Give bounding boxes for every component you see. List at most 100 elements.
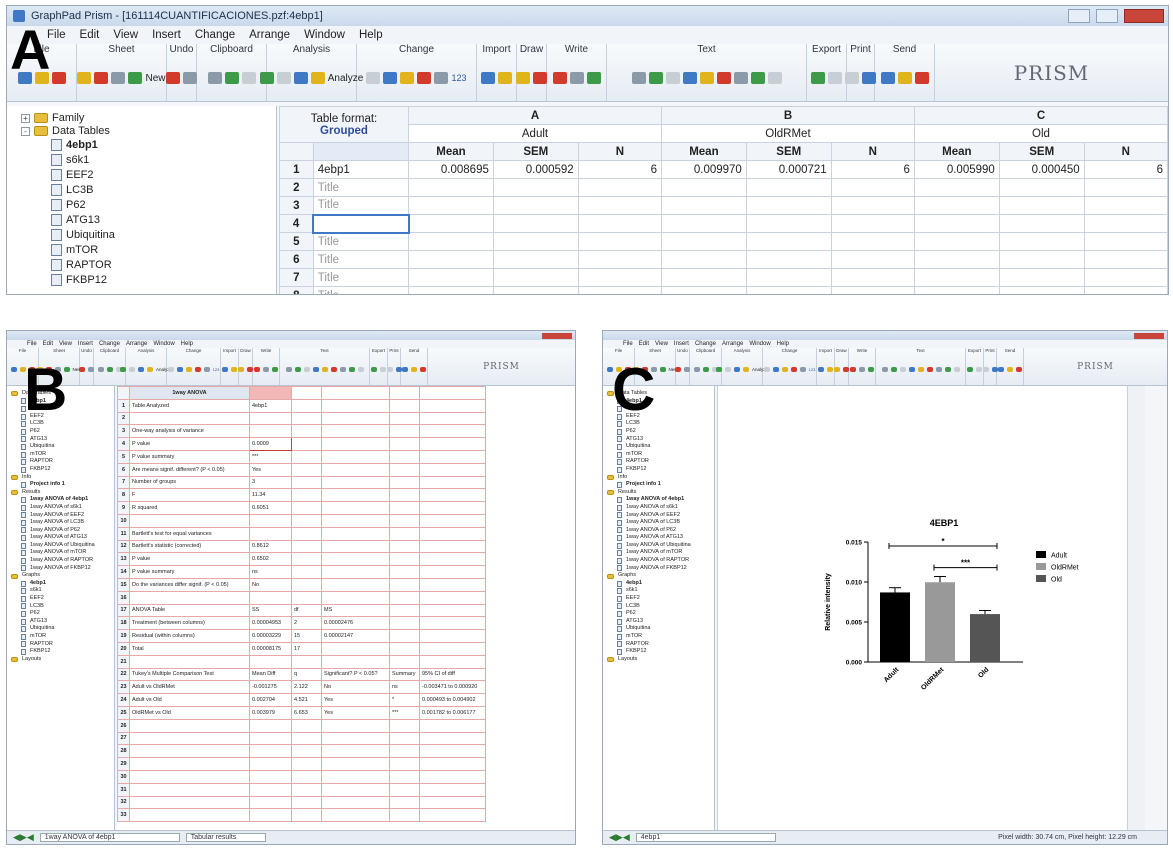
data-cell[interactable] [408, 214, 494, 233]
toolbar-icon[interactable] [750, 72, 765, 84]
toolbar-icon[interactable] [402, 366, 408, 372]
result-cell[interactable]: ns [249, 565, 292, 579]
menu-item-view[interactable]: View [655, 341, 668, 347]
data-cell[interactable] [913, 232, 1000, 251]
tree-item[interactable]: 1way ANOVA of RAPTOR [607, 557, 714, 565]
tree-item[interactable]: Project info 1 [11, 481, 114, 489]
data-cell[interactable] [660, 250, 747, 269]
menu-item-change[interactable]: Change [99, 341, 120, 347]
tree-item[interactable]: 1way ANOVA of mTOR [607, 549, 714, 557]
data-cell[interactable] [660, 178, 747, 197]
result-cell[interactable]: * [389, 693, 420, 707]
result-cell[interactable] [249, 757, 292, 771]
toolbar-icon[interactable] [111, 72, 126, 84]
toolbar-icon[interactable] [498, 72, 512, 84]
toolbar-icon[interactable] [348, 366, 355, 372]
column-letter[interactable]: A [408, 106, 662, 125]
toolbar-icon[interactable] [944, 366, 951, 372]
row-title[interactable]: Title [312, 250, 410, 269]
subcolumn-header[interactable]: N [1083, 142, 1168, 161]
toolbar-icon[interactable] [263, 366, 269, 372]
tree-item[interactable]: 1way ANOVA of Ubiquitina [11, 542, 114, 550]
tree-item[interactable]: mTOR [607, 633, 714, 641]
result-cell[interactable] [249, 744, 292, 759]
row-title[interactable]: Title [312, 178, 410, 197]
result-cell[interactable] [389, 603, 420, 618]
result-cell[interactable]: OldRMet vs Old [129, 705, 250, 720]
row-title[interactable] [312, 213, 410, 234]
tree-item[interactable]: 1way ANOVA of LC3B [607, 519, 714, 527]
result-cell[interactable] [389, 616, 420, 631]
result-cell[interactable] [129, 654, 250, 669]
result-cell[interactable] [419, 513, 486, 528]
result-cell[interactable] [291, 744, 322, 759]
data-cell[interactable] [1083, 286, 1168, 294]
result-cell[interactable] [419, 398, 486, 413]
result-cell[interactable] [419, 590, 486, 605]
subcolumn-header[interactable]: N [830, 142, 915, 161]
data-cell[interactable] [577, 286, 662, 294]
toolbar-icon[interactable] [881, 366, 888, 372]
result-cell[interactable]: Summary [389, 667, 420, 682]
result-cell[interactable] [419, 603, 486, 618]
result-cell[interactable]: Do the variances differ signif. (P < 0.0… [129, 577, 250, 592]
toolbar-icon[interactable] [10, 366, 17, 372]
result-cell[interactable] [291, 424, 322, 439]
tree-item[interactable]: ATG13 [607, 618, 714, 626]
toolbar-icon[interactable] [569, 72, 584, 84]
toolbar-icon[interactable] [97, 366, 104, 372]
column-title[interactable]: Old [913, 124, 1168, 143]
menu-item-arrange[interactable]: Arrange [722, 341, 743, 347]
data-cell[interactable] [492, 232, 579, 251]
tree-item[interactable]: ATG13 [11, 436, 114, 444]
result-cell[interactable] [321, 565, 390, 579]
result-cell[interactable] [419, 565, 486, 579]
tree-item[interactable]: 1way ANOVA of EEF2 [11, 512, 114, 520]
toolbar-icon[interactable] [859, 366, 865, 372]
result-cell[interactable] [419, 641, 486, 656]
data-cell[interactable] [913, 178, 1000, 197]
data-cell[interactable] [913, 268, 1000, 287]
result-cell[interactable] [389, 449, 420, 464]
tree-section-results[interactable]: Results [607, 489, 714, 497]
data-cell[interactable] [1083, 232, 1168, 251]
tree-item[interactable]: RAPTOR [607, 458, 714, 466]
result-cell[interactable] [389, 539, 420, 554]
window-controls[interactable] [542, 332, 572, 339]
menu-item-edit[interactable]: Edit [639, 341, 649, 347]
menu-item-change[interactable]: Change [195, 29, 235, 41]
tree-item[interactable]: 1way ANOVA of P62 [607, 527, 714, 535]
result-cell[interactable]: Adult vs OldRMet [129, 680, 250, 695]
menu-item-window[interactable]: Window [304, 29, 345, 41]
result-cell[interactable] [291, 757, 322, 771]
result-cell[interactable]: -0.003471 to 0.000920 [419, 680, 486, 695]
result-cell[interactable] [389, 398, 420, 413]
result-cell[interactable] [389, 795, 420, 810]
result-cell[interactable] [129, 513, 250, 528]
toolbar-icon[interactable] [533, 72, 547, 84]
result-cell[interactable] [419, 526, 486, 541]
data-cell[interactable] [913, 214, 1000, 233]
number-format-button[interactable]: 123 [809, 367, 816, 372]
result-cell[interactable]: Bartlett's test for equal variances [129, 526, 250, 541]
data-cell[interactable] [660, 196, 747, 215]
data-cell[interactable] [1083, 268, 1168, 287]
result-cell[interactable] [419, 782, 486, 797]
result-cell[interactable] [389, 501, 420, 515]
menu-item-help[interactable]: Help [777, 341, 789, 347]
result-cell[interactable] [291, 539, 322, 554]
result-cell[interactable] [321, 398, 390, 413]
result-cell[interactable] [419, 552, 486, 567]
result-cell[interactable]: Total [129, 641, 250, 656]
tree-item[interactable]: P62 [11, 610, 114, 618]
result-cell[interactable] [291, 808, 322, 823]
result-cell[interactable] [249, 769, 292, 784]
result-cell[interactable]: 0.6051 [249, 501, 292, 515]
result-cell[interactable]: Number of groups [129, 475, 250, 490]
menu-item-insert[interactable]: Insert [674, 341, 689, 347]
result-cell[interactable] [419, 654, 486, 669]
result-cell[interactable] [389, 565, 420, 579]
result-cell[interactable]: Treatment (between columns) [129, 616, 250, 631]
tree-item[interactable]: P62 [607, 610, 714, 618]
toolbar-icon[interactable] [481, 72, 495, 84]
